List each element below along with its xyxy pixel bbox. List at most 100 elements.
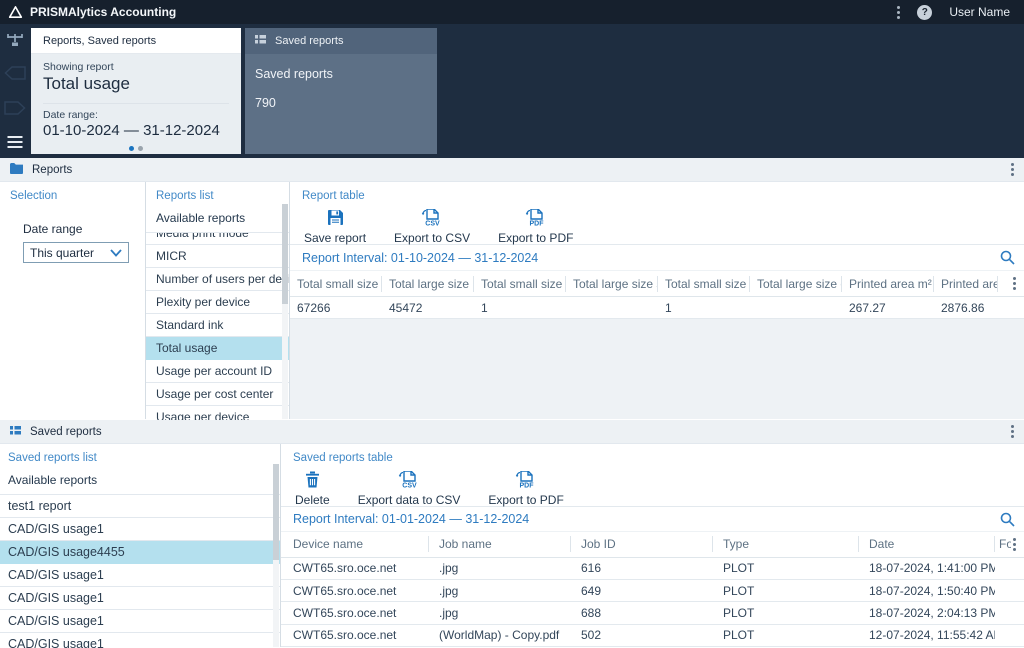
column-header[interactable]: Device name (281, 536, 429, 553)
table-row[interactable]: CWT65.sro.oce.net .jpg 688 PLOT 18-07-20… (281, 602, 1024, 625)
svg-text:CSV: CSV (425, 221, 440, 227)
list-item[interactable]: Plexity per device (146, 291, 289, 314)
list-item-selected[interactable]: Total usage (146, 337, 289, 360)
selection-title: Selection (10, 190, 58, 202)
report-table-title: Report table (302, 190, 365, 202)
table-row[interactable]: CWT65.sro.oce.net (WorldMap) - Copy.pdf … (281, 625, 1024, 647)
column-header[interactable]: Total large size p... (382, 275, 474, 292)
table-empty-area (290, 319, 1024, 419)
list-item[interactable]: MICR (146, 245, 289, 268)
cell: 688 (581, 605, 602, 620)
menu-icon[interactable] (7, 136, 23, 148)
column-header[interactable]: Total small size s... (474, 275, 566, 292)
save-report-button[interactable]: Save report (304, 209, 366, 245)
stack-icon (10, 423, 21, 441)
column-header[interactable]: Printed area m² (842, 275, 934, 292)
section-title: Saved reports (30, 425, 102, 438)
carousel-dot[interactable] (138, 146, 143, 151)
app-window: PRISMAlytics Accounting ? User Name Repo… (0, 0, 1024, 648)
nav-forward-icon[interactable] (4, 101, 26, 120)
column-header[interactable]: Total small size c... (658, 275, 750, 292)
section-menu-icon[interactable] (1011, 163, 1014, 176)
hierarchy-icon[interactable] (5, 32, 25, 54)
saved-reports-table-panel: Saved reports table Delete CSV Export da… (280, 444, 1024, 647)
table-row[interactable]: CWT65.sro.oce.net .jpg 649 PLOT 18-07-20… (281, 580, 1024, 603)
table-row[interactable]: CWT65.sro.oce.net .jpg 616 PLOT 18-07-20… (281, 558, 1024, 580)
scrollbar-thumb[interactable] (273, 464, 279, 560)
saved-reports-count: 790 (255, 96, 276, 110)
pdf-file-icon: PDF (525, 208, 547, 229)
list-item[interactable]: Usage per account ID (146, 360, 289, 383)
table-menu-icon[interactable] (1013, 277, 1016, 290)
list-item[interactable]: Usage per cost center (146, 383, 289, 406)
section-menu-icon[interactable] (1011, 425, 1014, 438)
carousel-dot[interactable] (129, 146, 134, 151)
list-item[interactable]: CAD/GIS usage1 (0, 610, 280, 633)
table-menu-icon[interactable] (1013, 537, 1016, 551)
cell: .jpg (439, 561, 459, 576)
column-header[interactable]: Date (859, 536, 995, 553)
column-header[interactable]: Fo (995, 536, 1011, 552)
pdf-file-icon: PDF (515, 470, 537, 491)
stack-icon (255, 34, 266, 48)
cell: 67266 (297, 300, 331, 315)
cell: 12-07-2024, 11:55:42 AM (869, 628, 995, 643)
date-range-select[interactable]: This quarter (23, 242, 129, 263)
scrollbar-thumb[interactable] (282, 204, 288, 304)
report-table-header-row: Total small size p... Total large size p… (290, 271, 1024, 297)
column-header[interactable]: Total large size c... (750, 275, 842, 292)
csv-file-icon: CSV (398, 470, 420, 491)
cell: 616 (581, 561, 602, 576)
showing-report-value: Total usage (43, 74, 130, 93)
column-header[interactable]: Total small size p... (290, 275, 382, 292)
user-menu[interactable]: User Name (949, 5, 1010, 19)
list-item[interactable]: Number of users per device (146, 268, 289, 291)
list-item[interactable]: CAD/GIS usage1 (0, 633, 280, 648)
saved-reports-dashboard-card[interactable]: Saved reports Saved reports 790 (245, 28, 437, 154)
cell: 1 (665, 300, 672, 315)
cell: CWT65.sro.oce.net (293, 605, 397, 620)
export-pdf-button[interactable]: PDF Export to PDF (498, 208, 573, 245)
date-range-field-label: Date range (23, 222, 83, 236)
top-app-bar: PRISMAlytics Accounting ? User Name (0, 0, 1024, 24)
export-data-csv-button[interactable]: CSV Export data to CSV (358, 470, 460, 507)
svg-text:CSV: CSV (402, 483, 417, 489)
svg-text:PDF: PDF (529, 221, 544, 227)
help-icon[interactable]: ? (917, 4, 933, 20)
export-pdf-button[interactable]: PDF Export to PDF (488, 470, 564, 507)
list-item[interactable]: CAD/GIS usage1 (0, 518, 280, 541)
report-table-panel: Report table Save report CSV Export to C… (289, 182, 1024, 419)
cell: 45472 (389, 300, 423, 315)
list-item[interactable]: Standard ink (146, 314, 289, 337)
delete-button[interactable]: Delete (295, 471, 330, 507)
table-row[interactable]: 67266 45472 1 1 267.27 2876.86 (290, 297, 1024, 319)
list-item[interactable]: CAD/GIS usage1 (0, 587, 280, 610)
cell: PLOT (723, 605, 755, 620)
export-csv-button[interactable]: CSV Export to CSV (394, 208, 470, 245)
column-header[interactable]: Total large size s... (566, 275, 658, 292)
search-icon[interactable] (1000, 250, 1015, 265)
list-item[interactable]: Media print mode (146, 233, 289, 245)
list-item[interactable]: CAD/GIS usage1 (0, 564, 280, 587)
cell: 649 (581, 583, 602, 598)
column-header[interactable]: Job ID (571, 536, 713, 553)
cell: 18-07-2024, 1:41:00 PM (869, 561, 995, 576)
search-icon[interactable] (1000, 512, 1015, 527)
saved-list-title: Saved reports list (8, 452, 97, 464)
card-header-label: Saved reports (275, 35, 344, 47)
nav-back-icon[interactable] (4, 66, 26, 85)
list-item-selected[interactable]: CAD/GIS usage4455 (0, 541, 280, 564)
svg-text:PDF: PDF (520, 483, 535, 489)
overflow-menu-icon[interactable] (897, 5, 901, 19)
column-header[interactable]: Printed area... (934, 275, 998, 292)
column-header[interactable]: Job name (429, 536, 571, 553)
list-item[interactable]: Usage per device (146, 406, 289, 420)
available-reports-label: Available reports (0, 464, 280, 495)
list-item[interactable]: test1 report (0, 495, 280, 518)
cell: .jpg (439, 583, 459, 598)
column-header[interactable]: Type (713, 536, 859, 553)
reports-dashboard-card[interactable]: Reports, Saved reports Showing report To… (31, 28, 241, 154)
cell: 2876.86 (941, 300, 985, 315)
trash-icon (305, 471, 320, 491)
saved-reports-label: Saved reports (255, 67, 333, 81)
